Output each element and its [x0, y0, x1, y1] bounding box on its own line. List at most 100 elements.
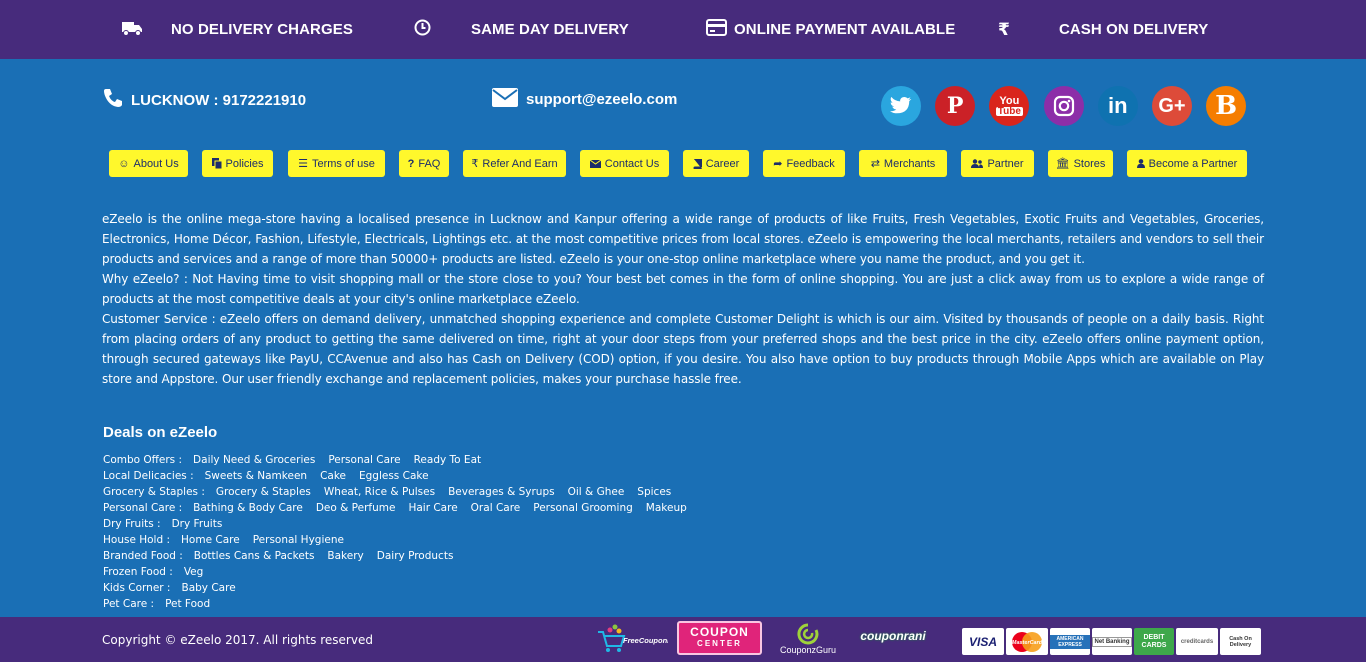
deal-link[interactable]: Veg	[184, 566, 204, 578]
visa-icon: VISA	[962, 628, 1004, 655]
nav-partner[interactable]: Partner	[961, 150, 1034, 177]
feature-online-payment: ONLINE PAYMENT AVAILABLE	[706, 0, 955, 59]
description-paragraph: Why eZeelo? : Not Having time to visit s…	[102, 272, 1264, 306]
deal-link[interactable]: Daily Need & Groceries	[193, 454, 315, 466]
nav-merchants[interactable]: ⇄ Merchants	[859, 150, 947, 177]
nav-faq[interactable]: ? FAQ	[399, 150, 449, 177]
feature-label: ONLINE PAYMENT AVAILABLE	[734, 21, 956, 38]
deal-link[interactable]: Bathing & Body Care	[193, 502, 303, 514]
deal-link[interactable]: Bottles Cans & Packets	[194, 550, 315, 562]
email-contact[interactable]: support@ezeelo.com	[492, 88, 677, 111]
clock-icon	[414, 19, 431, 40]
exchange-icon: ⇄	[870, 158, 880, 170]
deal-category: Personal Care :	[103, 502, 183, 514]
deal-row: Frozen Food : Veg	[103, 564, 700, 580]
deal-link[interactable]: Ready To Eat	[414, 454, 482, 466]
email-address[interactable]: support@ezeelo.com	[526, 91, 677, 108]
nav-career[interactable]: Career	[683, 150, 749, 177]
feature-label: SAME DAY DELIVERY	[471, 21, 629, 38]
smile-icon: ☺	[118, 157, 130, 170]
couponzguru-logo[interactable]: CouponzGuru	[774, 620, 842, 658]
book-icon	[693, 158, 702, 169]
description-paragraph: Customer Service : eZeelo offers on dema…	[102, 312, 1264, 386]
deal-category: House Hold :	[103, 534, 171, 546]
nav-contact-us[interactable]: Contact Us	[580, 150, 669, 177]
google-plus-icon[interactable]: G+	[1151, 86, 1192, 126]
deal-link[interactable]: Sweets & Namkeen	[205, 470, 307, 482]
deal-link[interactable]: Pet Food	[165, 598, 210, 610]
features-bar: NO DELIVERY CHARGES SAME DAY DELIVERY ON…	[0, 0, 1366, 59]
deal-row: Local Delicacies : Sweets & Namkeen Cake Eg…	[103, 468, 700, 484]
deal-category: Kids Corner :	[103, 582, 171, 594]
deal-link[interactable]: Grocery & Staples	[216, 486, 311, 498]
nav-become-a-partner[interactable]: Become a Partner	[1127, 150, 1247, 177]
deal-link[interactable]: Bakery	[327, 550, 363, 562]
deal-category: Local Delicacies :	[103, 470, 194, 482]
credit-card-icon	[706, 19, 727, 40]
deals-heading: Deals on eZeelo	[103, 424, 218, 441]
nav-stores[interactable]: 🏛 Stores	[1048, 150, 1113, 177]
instagram-icon[interactable]	[1043, 86, 1084, 126]
share-icon: ➦	[773, 158, 783, 170]
nav-feedback[interactable]: ➦ Feedback	[763, 150, 845, 177]
nav-about-us[interactable]: ☺ About Us	[109, 150, 188, 177]
nav-refer-and-earn[interactable]: ₹ Refer And Earn	[463, 150, 566, 177]
deal-link[interactable]: Home Care	[181, 534, 240, 546]
phone-icon	[102, 88, 123, 113]
footer-nav: ☺ About Us Policies ☰ Terms of use ? FAQ ₹ R…	[0, 150, 1366, 177]
rupee-icon: ₹	[471, 158, 479, 170]
footer-bar: Copyright © eZeelo 2017. All rights rese…	[0, 617, 1366, 662]
about-description: eZeelo is the online mega-store having a…	[102, 209, 1264, 389]
deal-row: Pet Care : Pet Food	[103, 596, 700, 612]
deal-link[interactable]: Spices	[637, 486, 671, 498]
pinterest-icon[interactable]: P	[935, 86, 976, 126]
list-icon: ☰	[298, 158, 308, 170]
deal-category: Combo Offers :	[103, 454, 183, 466]
free-coupon-india-logo[interactable]: FreeCouponIndia	[596, 622, 668, 656]
youtube-icon[interactable]: You Tube	[989, 86, 1030, 126]
deal-link[interactable]: Dairy Products	[377, 550, 454, 562]
deal-row: Grocery & Staples : Grocery & Staples Whea…	[103, 484, 700, 500]
deal-link[interactable]: Eggless Cake	[359, 470, 429, 482]
deal-row: Branded Food : Bottles Cans & Packets Bake…	[103, 548, 700, 564]
couponrani-logo[interactable]: couponrani	[853, 627, 933, 645]
deal-row: Personal Care : Bathing & Body Care Deo & …	[103, 500, 700, 516]
social-links: P You Tube in G+ B	[881, 86, 1260, 126]
deal-link[interactable]: Oil & Ghee	[568, 486, 625, 498]
feature-label: CASH ON DELIVERY	[1058, 21, 1209, 38]
cash-on-delivery-icon: Cash On Delivery	[1220, 628, 1261, 655]
deal-link[interactable]: Wheat, Rice & Pulses	[324, 486, 435, 498]
deal-link[interactable]: Deo & Perfume	[316, 502, 396, 514]
nav-terms-of-use[interactable]: ☰ Terms of use	[288, 150, 385, 177]
deal-category: Grocery & Staples :	[103, 486, 205, 498]
mastercard-icon: MasterCard	[1006, 628, 1048, 655]
deal-link[interactable]: Personal Care	[328, 454, 400, 466]
feature-same-day-delivery: SAME DAY DELIVERY	[414, 0, 629, 59]
deal-link[interactable]: Personal Grooming	[533, 502, 633, 514]
feature-label: NO DELIVERY CHARGES	[171, 21, 353, 38]
svg-text:MasterCard: MasterCard	[1012, 640, 1043, 646]
deal-link[interactable]: Makeup	[646, 502, 687, 514]
twitter-icon[interactable]	[881, 86, 921, 126]
svg-text:FreeCouponIndia: FreeCouponIndia	[623, 636, 668, 645]
deal-link[interactable]: Beverages & Syrups	[448, 486, 555, 498]
deal-row: Dry Fruits : Dry Fruits	[103, 516, 700, 532]
coupon-center-logo[interactable]: COUPON CENTER	[677, 621, 762, 655]
linkedin-icon[interactable]: in	[1097, 86, 1138, 126]
nav-policies[interactable]: Policies	[202, 150, 273, 177]
debit-cards-icon: DEBIT CARDS	[1134, 628, 1174, 655]
deal-link[interactable]: Baby Care	[181, 582, 235, 594]
truck-icon	[122, 20, 143, 40]
deal-link[interactable]: Hair Care	[408, 502, 457, 514]
credit-cards-icon: creditcards	[1176, 628, 1218, 655]
deal-category: Dry Fruits :	[103, 518, 161, 530]
deal-link[interactable]: Oral Care	[471, 502, 521, 514]
bank-icon: 🏛	[1055, 158, 1070, 170]
user-icon	[1136, 159, 1145, 168]
deal-link[interactable]: Dry Fruits	[172, 518, 223, 530]
deals-list: Combo Offers : Daily Need & Groceries Pers…	[103, 452, 700, 612]
blogger-icon[interactable]: B	[1206, 86, 1247, 126]
net-banking-icon: Net Banking	[1092, 628, 1132, 655]
deal-link[interactable]: Personal Hygiene	[253, 534, 344, 546]
deal-link[interactable]: Cake	[320, 470, 346, 482]
